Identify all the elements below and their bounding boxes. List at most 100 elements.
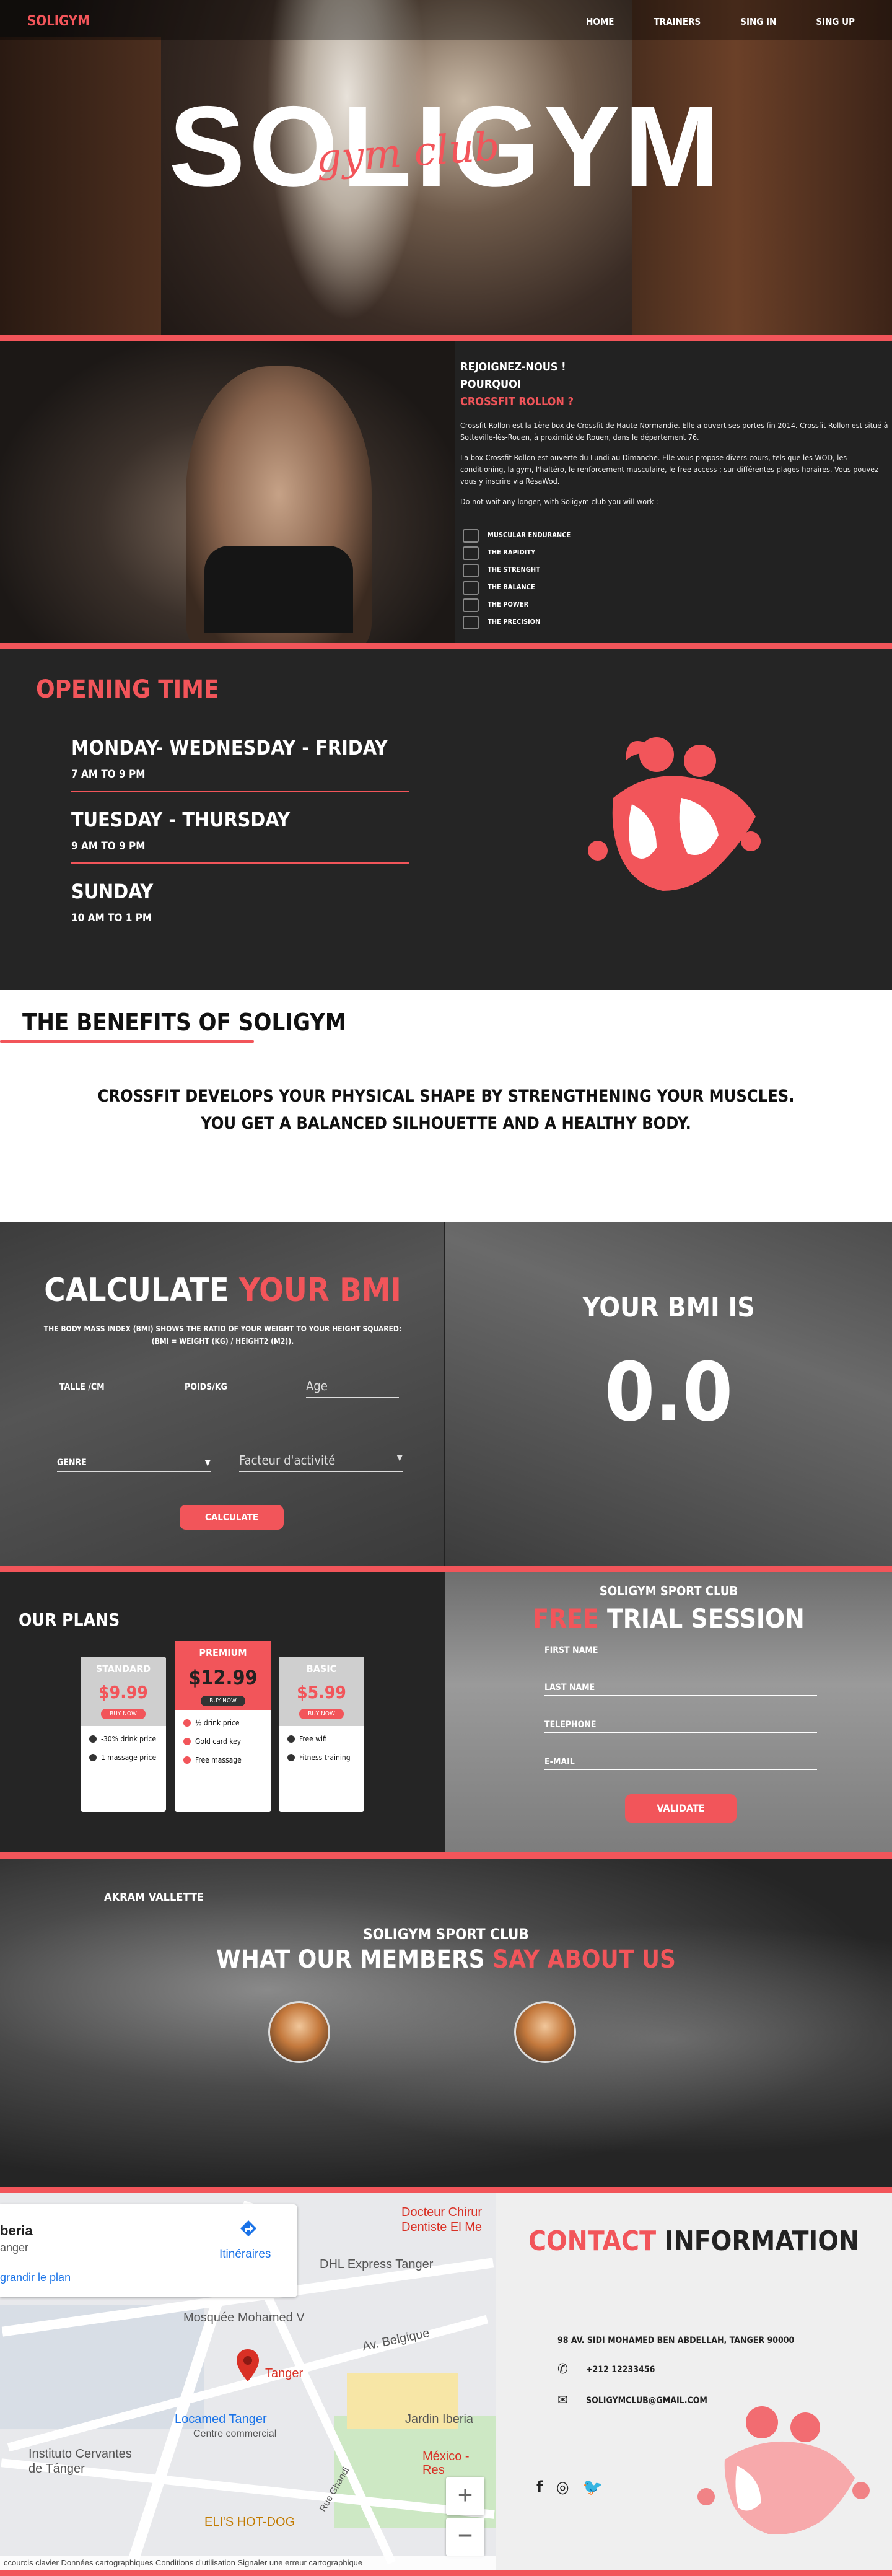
buy-now-button[interactable]: BUY NOW: [201, 1696, 245, 1706]
list-item: THE BALANCE: [460, 578, 892, 595]
directions-icon[interactable]: [238, 2218, 259, 2243]
trial-title-red: FREE: [533, 1603, 599, 1634]
list-item: THE RAPIDITY: [460, 543, 892, 561]
join-image: [0, 341, 455, 643]
testimonials-club: SOLIGYM SPORT CLUB: [363, 1925, 529, 1943]
email-input[interactable]: E-MAIL: [544, 1757, 817, 1770]
google-map[interactable]: Docteur Chirur Dentiste El Me DHL Expres…: [0, 2193, 496, 2570]
testimonials-title-red: SAY ABOUT US: [492, 1945, 676, 1974]
trial-club-name: SOLIGYM SPORT CLUB: [599, 1584, 738, 1598]
zoom-in-button[interactable]: +: [446, 2477, 484, 2515]
speed-icon: [460, 544, 483, 560]
plan-features: Free wifi Fitness training: [279, 1726, 364, 1762]
buy-now-button[interactable]: BUY NOW: [299, 1709, 344, 1719]
zoom-out-button[interactable]: −: [446, 2518, 484, 2556]
balance-icon: [460, 579, 483, 595]
bmi-title-red: YOUR BMI: [239, 1272, 401, 1309]
work-label: THE PRECISION: [488, 617, 541, 626]
directions-link[interactable]: Itinéraires: [219, 2248, 271, 2261]
twitter-icon[interactable]: 🐦: [583, 2478, 603, 2497]
bmi-result-title: YOUR BMI IS: [582, 1292, 755, 1323]
nav-logo[interactable]: SOLIGYM: [27, 14, 90, 29]
plan-features: -30% drink price 1 massage price: [81, 1726, 166, 1762]
power-icon: [460, 596, 483, 612]
nav-item-sign-in[interactable]: SING IN: [740, 16, 776, 27]
divider: [0, 335, 892, 341]
avatar[interactable]: [514, 2001, 576, 2063]
map-pin-icon[interactable]: [235, 2348, 260, 2383]
map-footer[interactable]: ccourcis clavier Données cartographiques…: [0, 2556, 496, 2570]
bmi-description: THE BODY MASS INDEX (BMI) SHOWS THE RATI…: [0, 1323, 445, 1347]
divider: [0, 1852, 892, 1859]
plan-header: PREMIUM $12.99 BUY NOW: [175, 1641, 271, 1710]
work-list: MUSCULAR ENDURANCE THE RAPIDITY THE STRE…: [460, 526, 892, 630]
address-text: 98 AV. SIDI MOHAMED BEN ABDELLAH, TANGER…: [558, 2336, 795, 2346]
telephone-input[interactable]: TELEPHONE: [544, 1720, 817, 1733]
bmi-desc-line: (BMI = WEIGHT (KG) / HEIGHT2 (M2)).: [151, 1337, 294, 1346]
facebook-icon[interactable]: f: [536, 2478, 543, 2497]
contact-info: CONTACT INFORMATION 98 AV. SIDI MOHAMED …: [496, 2193, 892, 2570]
list-item: THE STRENGHT: [460, 561, 892, 578]
age-input[interactable]: Age: [306, 1378, 399, 1398]
map-label: Docteur Chirur: [401, 2206, 483, 2219]
map-label: Jardin Iberia: [405, 2412, 474, 2426]
join-paragraph-3: Do not wait any longer, with Soligym clu…: [460, 497, 658, 506]
chevron-down-icon: ▼: [204, 1458, 211, 1468]
slot-days: SUNDAY: [71, 880, 154, 903]
contact-title-dark: INFORMATION: [664, 2225, 860, 2257]
divider: [0, 643, 892, 649]
list-item: Fitness training: [287, 1753, 364, 1762]
gender-select[interactable]: GENRE ▼: [57, 1458, 211, 1472]
weight-input[interactable]: POIDS/KG: [185, 1382, 278, 1396]
map-info-card: beria anger grandir le plan Itinéraires: [0, 2204, 297, 2297]
list-item: Free wifi: [287, 1735, 364, 1743]
divider: [0, 2187, 892, 2193]
calculate-button[interactable]: CALCULATE: [180, 1505, 284, 1530]
work-label: THE STRENGHT: [488, 565, 540, 574]
avatar[interactable]: [268, 2001, 330, 2063]
chevron-down-icon: ▼: [396, 1453, 403, 1463]
join-paragraph-2: La box Crossfit Rollon est ouverte du Lu…: [460, 453, 878, 486]
nav-item-trainers[interactable]: TRAINERS: [654, 16, 701, 27]
map-label: Av. Belgique: [361, 2326, 431, 2354]
address-row: 98 AV. SIDI MOHAMED BEN ABDELLAH, TANGER…: [558, 2336, 794, 2346]
plan-card-basic[interactable]: BASIC $5.99 BUY NOW Free wifi Fitness tr…: [279, 1657, 364, 1812]
join-heading-2: POURQUOI: [460, 378, 521, 391]
footer-bar: [0, 2570, 892, 2576]
instagram-icon[interactable]: ◎: [556, 2478, 569, 2497]
trial-title-white: TRIAL SESSION: [606, 1603, 805, 1634]
trial-title: FREE TRIAL SESSION: [445, 1603, 892, 1634]
plan-card-premium[interactable]: PREMIUM $12.99 BUY NOW ½ drink price Gol…: [175, 1641, 271, 1812]
nav-item-sign-up[interactable]: SING UP: [816, 16, 855, 27]
benefits-line: CROSSFIT DEVELOPS YOUR PHYSICAL SHAPE BY…: [97, 1087, 795, 1106]
opening-title: OPENING TIME: [36, 675, 219, 704]
map-label: Mosquée Mohamed V: [183, 2311, 305, 2324]
opening-section: OPENING TIME MONDAY- WEDNESDAY - FRIDAY …: [0, 649, 892, 990]
plan-card-standard[interactable]: STANDARD $9.99 BUY NOW -30% drink price …: [81, 1657, 166, 1812]
first-name-input[interactable]: FIRST NAME: [544, 1645, 817, 1658]
opening-hours: MONDAY- WEDNESDAY - FRIDAY 7 AM TO 9 PM …: [71, 736, 409, 924]
phone-row[interactable]: ✆ +212 12233456: [558, 2362, 655, 2377]
plan-price: $9.99: [98, 1682, 148, 1702]
list-item: THE PRECISION: [460, 613, 892, 630]
testimonials-section: AKRAM VALLETTE SOLIGYM SPORT CLUB WHAT O…: [0, 1859, 892, 2187]
join-paragraph-1: Crossfit Rollon est la 1ère box de Cross…: [460, 421, 888, 442]
enlarge-map-link[interactable]: grandir le plan: [0, 2271, 71, 2284]
testimonials-title-white: WHAT OUR MEMBERS: [216, 1945, 485, 1974]
benefits-line: YOU GET A BALANCED SILHOUETTE AND A HEAL…: [201, 1114, 691, 1133]
last-name-input[interactable]: LAST NAME: [544, 1683, 817, 1696]
social-links: f ◎ 🐦: [536, 2478, 603, 2497]
validate-button[interactable]: VALIDATE: [625, 1794, 737, 1823]
nav-menu: HOME TRAINERS SING IN SING UP: [546, 16, 855, 27]
height-input[interactable]: TALLE /CM: [59, 1382, 152, 1396]
list-item: -30% drink price: [89, 1735, 166, 1743]
map-label: Centre commercial: [193, 2429, 277, 2439]
nav-item-home[interactable]: HOME: [586, 16, 614, 27]
buy-now-button[interactable]: BUY NOW: [101, 1709, 146, 1719]
divider: [71, 791, 409, 792]
map-label: Locamed Tanger: [175, 2412, 267, 2426]
slot-days: MONDAY- WEDNESDAY - FRIDAY: [71, 736, 388, 760]
email-row[interactable]: ✉ SOLIGYMCLUB@GMAIL.COM: [558, 2393, 707, 2408]
activity-label: Facteur d'activité: [239, 1453, 336, 1468]
activity-select[interactable]: Facteur d'activité ▼: [239, 1453, 403, 1472]
